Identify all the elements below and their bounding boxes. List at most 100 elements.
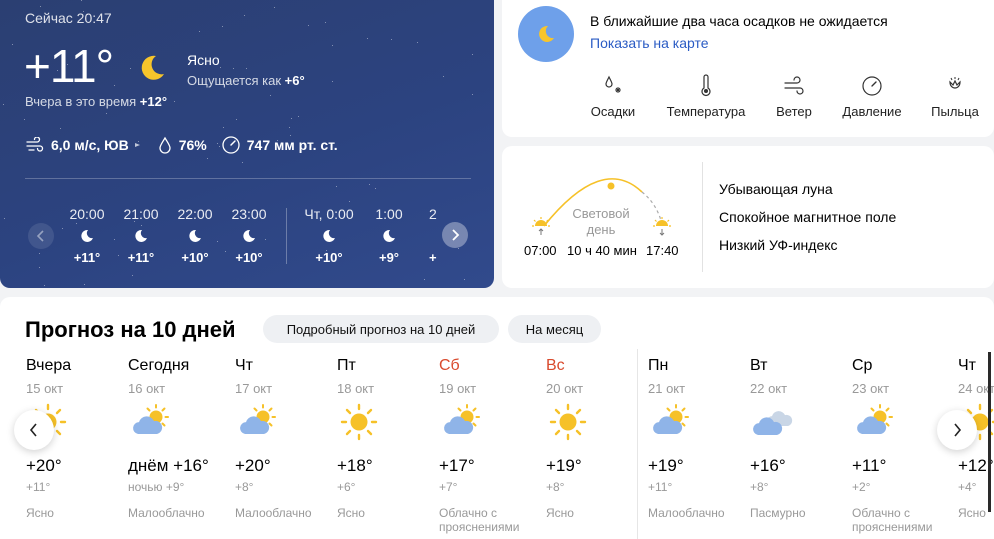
pressure-value: 747 мм рт. ст.: [246, 137, 338, 153]
night-temp: +8°: [235, 480, 254, 494]
hour-temp: +11°: [73, 250, 101, 265]
forecast-day[interactable]: Сегодня 16 окт днём +16° ночью +9° Малооблач…: [128, 357, 228, 520]
day-length: 10 ч 40 мин: [567, 243, 637, 258]
star: [308, 25, 309, 26]
star: [244, 15, 245, 16]
layer-pollen[interactable]: Пыльца: [910, 74, 994, 119]
chevron-left-icon: [29, 423, 37, 437]
forecast-day[interactable]: Пт 18 окт +18° +6° Ясно: [337, 357, 437, 520]
star: [236, 119, 237, 120]
hour-temp: +9°: [378, 250, 400, 265]
daylight-card: Световой день 07:00 10 ч 40 мин 17:40 Уб…: [502, 146, 994, 288]
star: [246, 68, 247, 69]
hour-time: 1:00: [375, 206, 403, 222]
layer-temperature[interactable]: Температура: [661, 74, 751, 119]
forecast-day[interactable]: Пн 21 окт +19° +11° Малооблачно: [648, 357, 748, 520]
hour-item: 21:00 +11°: [114, 206, 168, 265]
star: [472, 94, 473, 95]
layer-label: Давление: [842, 104, 902, 119]
feels-like: Ощущается как +6°: [187, 73, 305, 88]
layer-wind[interactable]: Ветер: [749, 74, 839, 119]
wind-value: 6,0 м/с, ЮВ: [51, 137, 129, 153]
precipitation-message: В ближайшие два часа осадков не ожидаетс…: [590, 13, 888, 29]
feels-like-value: +6°: [284, 73, 305, 88]
hour-item: 1:00 +9°: [362, 206, 416, 265]
day-date: 20 окт: [546, 381, 584, 396]
hour-item: 20:00 +11°: [60, 206, 114, 265]
moon-icon: [81, 229, 93, 242]
current-condition: Ясно: [187, 52, 220, 68]
uv-index: Низкий УФ-индекс: [719, 237, 838, 253]
precipitation-map-icon[interactable]: [518, 6, 574, 62]
star: [391, 39, 392, 40]
day-date: 23 окт: [852, 381, 890, 396]
night-temp: +7°: [439, 480, 458, 494]
star: [114, 85, 115, 86]
chevron-right-icon: [452, 229, 460, 241]
hourly-next-button[interactable]: [442, 222, 468, 248]
star: [369, 184, 370, 185]
day-temp: +17°: [439, 456, 475, 475]
day-name: Пн: [648, 357, 669, 374]
magnetic-field: Спокойное магнитное поле: [719, 209, 897, 225]
current-parameters: 6,0 м/с, ЮВ 76% 747 мм рт. ст.: [25, 135, 352, 155]
forecast-prev-button[interactable]: [14, 410, 54, 450]
star: [417, 42, 418, 43]
hour-item: 22:00 +10°: [168, 206, 222, 265]
star: [233, 68, 234, 69]
wind-direction-icon: [134, 143, 140, 147]
moon-icon: [189, 229, 201, 242]
layer-precipitation[interactable]: Осадки: [568, 74, 658, 119]
star: [367, 38, 368, 39]
star: [332, 81, 333, 82]
feels-like-label: Ощущается как: [187, 73, 285, 88]
night-temp: +11°: [648, 480, 673, 494]
day-name: Чт: [235, 357, 253, 374]
day-condition: Пасмурно: [750, 506, 806, 520]
night-temp: ночью +9°: [128, 480, 185, 494]
star: [336, 186, 337, 187]
scrollbar[interactable]: [988, 352, 991, 512]
hour-temp: +10°: [315, 250, 343, 265]
hour-temp: +11°: [127, 250, 155, 265]
week-separator: [637, 349, 638, 539]
partly-cloudy-icon: [235, 400, 335, 444]
star: [325, 22, 326, 23]
day-temp: +19°: [648, 456, 684, 475]
layer-label: Ветер: [776, 104, 812, 119]
day-name: Сб: [439, 357, 460, 374]
night-temp: +2°: [852, 480, 871, 494]
day-date: 21 окт: [648, 381, 686, 396]
forecast-day[interactable]: Чт 17 окт +20° +8° Малооблачно: [235, 357, 335, 520]
moon-icon: [141, 55, 164, 80]
hour-item: Чт, 0:00 +10°: [297, 206, 361, 265]
day-temp: +20°: [235, 456, 271, 475]
hourly-prev-button[interactable]: [28, 223, 54, 249]
moon-icon: [539, 25, 554, 42]
forecast-day[interactable]: Вс 20 окт +19° +8° Ясно: [546, 357, 646, 520]
hourly-forecast: 20:00 +11° 21:00 +11° 22:00 +10° 23:00 +…: [0, 200, 494, 270]
star: [207, 158, 208, 159]
month-forecast-button[interactable]: На месяц: [508, 315, 601, 343]
precipitation-icon: [605, 75, 621, 93]
show-on-map-link[interactable]: Показать на карте: [590, 35, 709, 51]
forecast-next-button[interactable]: [937, 410, 977, 450]
star: [106, 113, 107, 114]
day-date: 17 окт: [235, 381, 273, 396]
moon-icon: [383, 229, 395, 242]
hour-temp: +10°: [235, 250, 263, 265]
forecast-day[interactable]: Вт 22 окт +16° +8° Пасмурно: [750, 357, 850, 520]
forecast-day[interactable]: Сб 19 окт +17° +7° Облачно с прояснениями: [439, 357, 539, 534]
wind-icon: [784, 76, 804, 95]
forecast-day[interactable]: Ср 23 окт +11° +2° Облачно с прояснениями: [852, 357, 952, 534]
star: [291, 118, 292, 119]
partly-cloudy-icon: [439, 400, 539, 444]
star: [84, 284, 85, 285]
cloud-icon: [750, 400, 850, 444]
hour-time: 21:00: [123, 206, 159, 222]
hour-time: 23:00: [231, 206, 267, 222]
star: [12, 44, 13, 45]
detailed-forecast-button[interactable]: Подробный прогноз на 10 дней: [263, 315, 499, 343]
layer-pressure[interactable]: Давление: [827, 74, 917, 119]
day-name: Сегодня: [128, 357, 190, 374]
